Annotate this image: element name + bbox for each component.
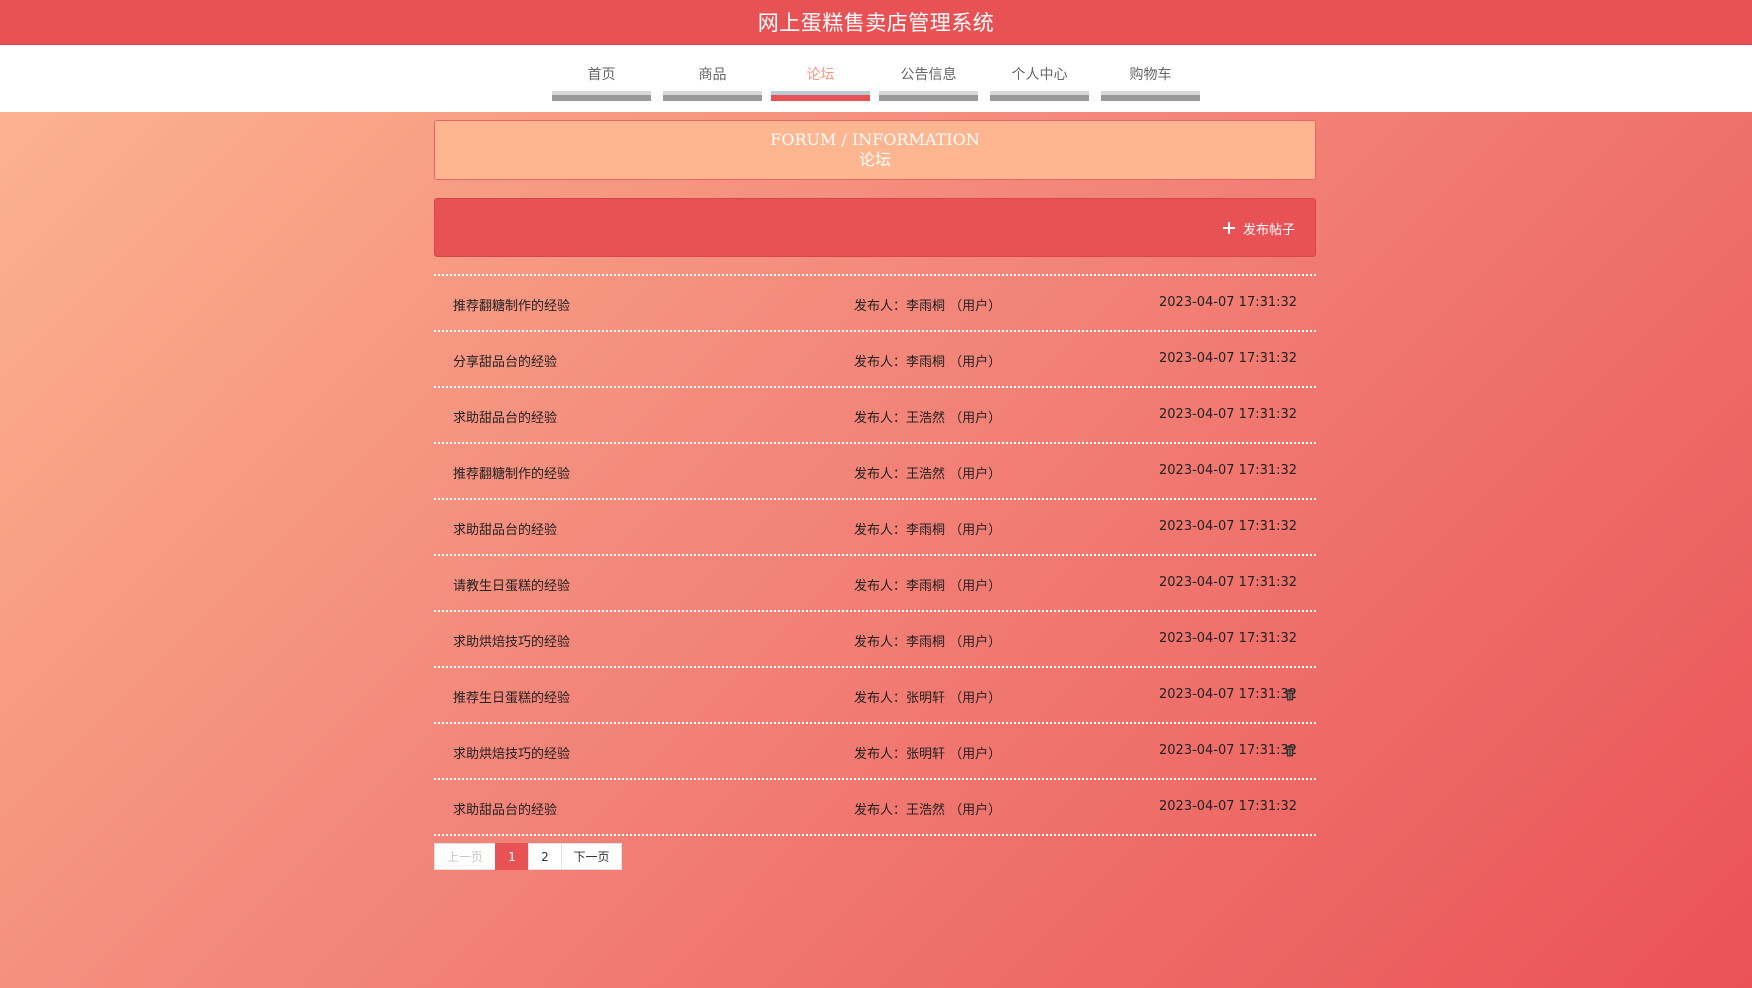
- post-time: 2023-04-07 17:31:32: [1159, 519, 1298, 534]
- post-row[interactable]: 求助甜品台的经验 发布人：王浩然 （用户） 2023-04-07 17:31:32: [434, 780, 1316, 836]
- page-2-button[interactable]: 2: [528, 843, 562, 870]
- nav-indicator: [1101, 91, 1200, 101]
- post-time: 2023-04-07 17:31:32: [1159, 631, 1298, 646]
- post-row[interactable]: 求助烘焙技巧的经验 发布人：李雨桐 （用户） 2023-04-07 17:31:32: [434, 612, 1316, 668]
- post-row[interactable]: 推荐翻糖制作的经验 发布人：李雨桐 （用户） 2023-04-07 17:31:32: [434, 276, 1316, 332]
- post-title[interactable]: 求助甜品台的经验: [453, 799, 557, 818]
- nav-indicator: [663, 91, 762, 101]
- page-1-button[interactable]: 1: [495, 843, 529, 870]
- post-time: 2023-04-07 17:31:32: [1159, 743, 1298, 758]
- post-title[interactable]: 推荐翻糖制作的经验: [453, 463, 570, 482]
- post-author: 发布人：李雨桐 （用户）: [854, 523, 1002, 538]
- post-author: 发布人：李雨桐 （用户）: [854, 635, 1002, 650]
- post-title[interactable]: 求助甜品台的经验: [453, 519, 557, 538]
- publish-post-label: 发布帖子: [1242, 222, 1295, 238]
- nav-item-cart[interactable]: 购物车: [1101, 45, 1200, 101]
- post-row[interactable]: 推荐生日蛋糕的经验 发布人：张明轩 （用户） 2023-04-07 17:31:32: [434, 668, 1316, 724]
- section-header: FORUM / INFORMATION 论坛: [434, 120, 1316, 180]
- post-row[interactable]: 求助烘焙技巧的经验 发布人：张明轩 （用户） 2023-04-07 17:31:32: [434, 724, 1316, 780]
- nav-item-forum[interactable]: 论坛: [771, 45, 870, 101]
- nav-label: 公告信息: [900, 67, 957, 83]
- nav-indicator: [552, 91, 651, 101]
- post-row[interactable]: 请教生日蛋糕的经验 发布人：李雨桐 （用户） 2023-04-07 17:31:32: [434, 556, 1316, 612]
- post-time: 2023-04-07 17:31:32: [1159, 687, 1298, 702]
- post-author: 发布人：李雨桐 （用户）: [854, 355, 1002, 370]
- nav-label: 购物车: [1129, 67, 1172, 83]
- post-author: 发布人：王浩然 （用户）: [854, 803, 1002, 818]
- plus-icon: [1222, 222, 1235, 234]
- post-list: 推荐翻糖制作的经验 发布人：李雨桐 （用户） 2023-04-07 17:31:32…: [434, 274, 1316, 836]
- post-author: 发布人：王浩然 （用户）: [854, 411, 1002, 426]
- post-title[interactable]: 求助烘焙技巧的经验: [453, 743, 570, 762]
- post-row[interactable]: 推荐翻糖制作的经验 发布人：王浩然 （用户） 2023-04-07 17:31:32: [434, 444, 1316, 500]
- nav-indicator: [990, 91, 1089, 101]
- post-time: 2023-04-07 17:31:32: [1159, 799, 1298, 814]
- section-title-cn: 论坛: [858, 150, 891, 169]
- post-time: 2023-04-07 17:31:32: [1159, 407, 1298, 422]
- app-title: 网上蛋糕售卖店管理系统: [757, 11, 995, 35]
- trash-icon[interactable]: [1284, 689, 1296, 701]
- nav-label: 商品: [698, 67, 727, 83]
- post-author: 发布人：张明轩 （用户）: [854, 747, 1002, 762]
- app-title-bar: 网上蛋糕售卖店管理系统: [0, 0, 1752, 45]
- nav-item-profile[interactable]: 个人中心: [990, 45, 1089, 101]
- post-title[interactable]: 推荐生日蛋糕的经验: [453, 687, 570, 706]
- nav-item-home[interactable]: 首页: [552, 45, 651, 101]
- nav-indicator: [771, 91, 870, 101]
- prev-page-button[interactable]: 上一页: [434, 843, 496, 870]
- post-author: 发布人：李雨桐 （用户）: [854, 579, 1002, 594]
- nav-label: 论坛: [806, 67, 835, 83]
- post-row[interactable]: 求助甜品台的经验 发布人：李雨桐 （用户） 2023-04-07 17:31:32: [434, 500, 1316, 556]
- nav-indicator: [879, 91, 978, 101]
- nav-label: 个人中心: [1011, 67, 1068, 83]
- nav-label: 首页: [587, 67, 616, 83]
- post-title[interactable]: 请教生日蛋糕的经验: [453, 575, 570, 594]
- pagination: 上一页 1 2 下一页: [434, 843, 622, 870]
- post-title[interactable]: 分享甜品台的经验: [453, 351, 557, 370]
- post-time: 2023-04-07 17:31:32: [1159, 463, 1298, 478]
- post-title[interactable]: 推荐翻糖制作的经验: [453, 295, 570, 314]
- post-author: 发布人：张明轩 （用户）: [854, 691, 1002, 706]
- post-row[interactable]: 求助甜品台的经验 发布人：王浩然 （用户） 2023-04-07 17:31:32: [434, 388, 1316, 444]
- post-title[interactable]: 求助烘焙技巧的经验: [453, 631, 570, 650]
- nav-item-announcements[interactable]: 公告信息: [879, 45, 978, 101]
- post-author: 发布人：王浩然 （用户）: [854, 467, 1002, 482]
- section-title-en: FORUM / INFORMATION: [770, 130, 980, 149]
- trash-icon[interactable]: [1284, 745, 1296, 757]
- publish-post-button[interactable]: 发布帖子: [1222, 219, 1295, 238]
- main-nav: 首页 商品 论坛 公告信息 个人中心 购物车: [0, 45, 1752, 112]
- post-time: 2023-04-07 17:31:32: [1159, 295, 1298, 310]
- post-row[interactable]: 分享甜品台的经验 发布人：李雨桐 （用户） 2023-04-07 17:31:32: [434, 332, 1316, 388]
- post-time: 2023-04-07 17:31:32: [1159, 351, 1298, 366]
- forum-action-bar: 发布帖子: [434, 198, 1316, 257]
- post-time: 2023-04-07 17:31:32: [1159, 575, 1298, 590]
- post-author: 发布人：李雨桐 （用户）: [854, 299, 1002, 314]
- nav-item-products[interactable]: 商品: [663, 45, 762, 101]
- next-page-button[interactable]: 下一页: [561, 843, 622, 870]
- post-title[interactable]: 求助甜品台的经验: [453, 407, 557, 426]
